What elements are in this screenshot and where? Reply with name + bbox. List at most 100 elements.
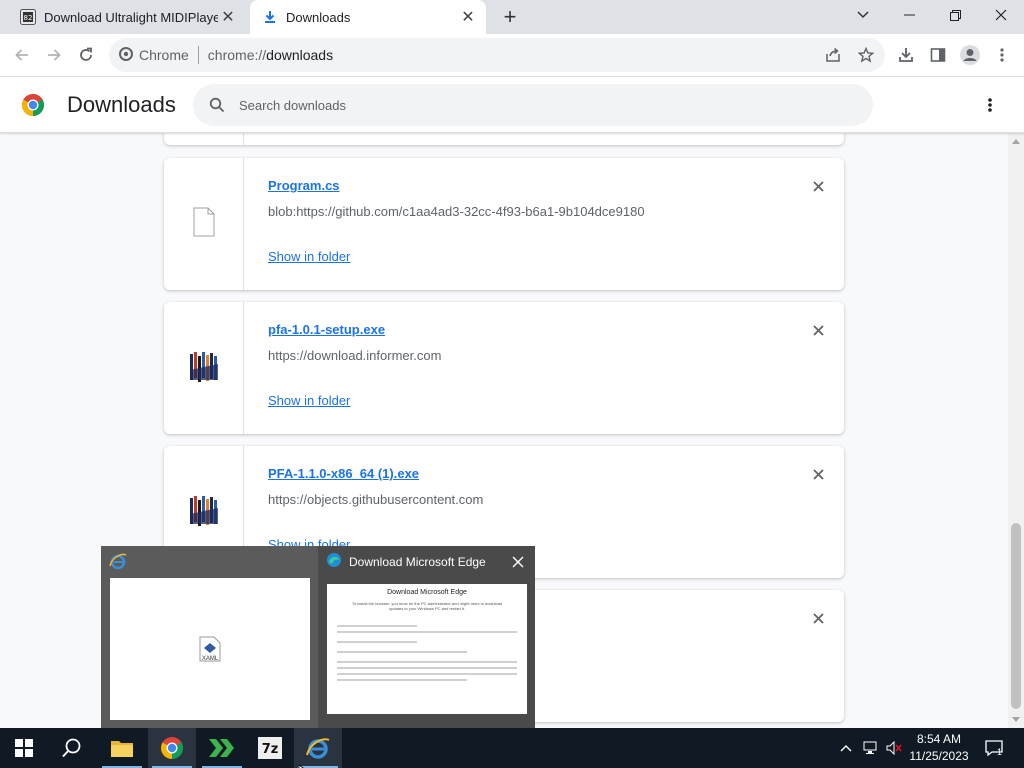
pfa-app-icon <box>188 494 220 531</box>
thumbnail-header: Download Microsoft Edge <box>326 552 493 571</box>
back-button[interactable] <box>6 39 38 71</box>
show-in-folder-link[interactable]: Show in folder <box>268 393 350 408</box>
download-item: pfa-1.0.1-setup.exe https://download.inf… <box>164 302 844 434</box>
taskbar-thumbnail-popup: XAML Download Microsoft Edge Download Mi… <box>101 546 535 728</box>
tab-download-ultralight-midiplayer[interactable]: 82 Download Ultralight MIDIPlayer ✕ <box>8 0 246 34</box>
close-tab-icon[interactable]: ✕ <box>218 7 238 27</box>
preview-line <box>337 641 417 643</box>
new-tab-button[interactable]: + <box>497 4 523 30</box>
preview-line <box>337 651 467 653</box>
download-filename-link[interactable]: Program.cs <box>268 178 340 193</box>
chrome-logo-icon <box>119 46 133 64</box>
preview-line <box>337 673 517 675</box>
svg-text:7z: 7z <box>262 742 279 757</box>
download-source-url: blob:https://github.com/c1aa4ad3-32cc-4f… <box>268 204 645 219</box>
tab-search-chevron-icon[interactable] <box>840 0 886 30</box>
svg-text:82: 82 <box>24 14 33 22</box>
preview-heading: Download Microsoft Edge <box>387 589 467 596</box>
preview-line <box>337 679 467 681</box>
profile-avatar-icon[interactable] <box>954 39 986 71</box>
browser-toolbar: Chrome chrome://downloads <box>0 34 1024 77</box>
chrome-logo-icon <box>21 93 45 117</box>
chrome-menu-icon[interactable] <box>986 39 1018 71</box>
scrollbar-thumb[interactable] <box>1011 523 1021 709</box>
preview-line <box>337 667 517 669</box>
restore-button[interactable] <box>932 0 978 30</box>
file-explorer-icon[interactable] <box>98 728 146 768</box>
page-title: Downloads <box>67 92 176 117</box>
show-hidden-icons-chevron-icon[interactable] <box>834 728 858 768</box>
side-panel-icon[interactable] <box>922 39 954 71</box>
downloads-menu-icon[interactable] <box>976 91 1004 119</box>
7zip-icon[interactable]: 7z <box>246 728 294 768</box>
pfa-app-icon <box>188 350 220 387</box>
preview-line <box>337 625 417 627</box>
midiplayer-favicon-icon: 82 <box>20 9 36 25</box>
vertical-scrollbar[interactable] <box>1008 133 1024 728</box>
download-item: Program.cs blob:https://github.com/c1aa4… <box>164 158 844 290</box>
share-icon[interactable] <box>817 39 849 71</box>
notification-count-badge: 1 <box>997 747 1003 757</box>
downloads-header: Downloads <box>0 77 1024 133</box>
download-favicon-icon <box>262 9 278 25</box>
edge-icon <box>326 552 342 571</box>
close-tab-icon[interactable]: ✕ <box>458 7 478 27</box>
download-source-url: https://objects.githubusercontent.com <box>268 492 484 507</box>
volume-muted-icon[interactable] <box>884 728 904 768</box>
remove-download-icon[interactable] <box>808 176 828 196</box>
tab-title: Downloads <box>286 9 351 25</box>
downloads-toolbar-icon[interactable] <box>890 39 922 71</box>
tab-strip: 82 Download Ultralight MIDIPlayer ✕ Down… <box>0 0 1024 34</box>
xaml-file-label: XAML <box>201 656 219 662</box>
search-taskbar-icon[interactable] <box>48 728 96 768</box>
windows-taskbar: 7z 8:54 AM 11/25/2023 1 <box>0 728 1024 768</box>
thumbnail-title: Download Microsoft Edge <box>349 554 486 569</box>
thumbnail-header <box>109 552 127 575</box>
search-downloads-field[interactable] <box>193 84 873 126</box>
download-source-url: https://download.informer.com <box>268 348 442 363</box>
close-thumbnail-icon[interactable] <box>508 552 528 572</box>
omnibox-divider <box>197 46 199 64</box>
generic-file-icon <box>193 207 215 242</box>
thumbnail-preview: Download Microsoft Edge To install the b… <box>327 584 527 714</box>
download-filename-link[interactable]: PFA-1.1.0-x86_64 (1).exe <box>268 466 419 481</box>
start-button[interactable] <box>0 728 48 768</box>
search-icon <box>205 93 229 117</box>
window-thumbnail-internet-explorer[interactable]: XAML <box>101 546 318 728</box>
system-clock[interactable]: 8:54 AM 11/25/2023 <box>904 731 974 765</box>
reload-button[interactable] <box>70 39 102 71</box>
thumbnail-preview: XAML <box>110 578 310 720</box>
bookmark-star-icon[interactable] <box>850 39 882 71</box>
show-in-folder-link[interactable]: Show in folder <box>268 249 350 264</box>
minimize-button[interactable] <box>886 0 932 30</box>
scroll-up-arrow-icon[interactable] <box>1012 139 1020 144</box>
site-info-chip[interactable]: Chrome <box>119 46 189 64</box>
download-filename-link[interactable]: pfa-1.0.1-setup.exe <box>268 322 385 337</box>
tab-downloads[interactable]: Downloads ✕ <box>250 0 486 34</box>
clock-time: 8:54 AM <box>916 732 962 746</box>
window-thumbnail-edge[interactable]: Download Microsoft Edge Download Microso… <box>318 546 535 728</box>
chrome-taskbar-icon[interactable] <box>148 728 196 768</box>
close-window-button[interactable] <box>978 0 1024 30</box>
network-icon[interactable] <box>860 728 882 768</box>
url-host: downloads <box>266 47 334 63</box>
scroll-down-arrow-icon[interactable] <box>1012 717 1020 722</box>
green-app-icon[interactable] <box>198 728 246 768</box>
address-bar[interactable]: Chrome chrome://downloads <box>109 38 885 72</box>
remove-download-icon[interactable] <box>808 464 828 484</box>
forward-button[interactable] <box>38 39 70 71</box>
preview-text: To install the browser, you must be the … <box>351 601 503 611</box>
clock-date: 11/25/2023 <box>909 749 969 763</box>
url-scheme: chrome:// <box>207 47 267 63</box>
remove-download-icon[interactable] <box>808 320 828 340</box>
search-input[interactable] <box>239 97 799 113</box>
mouse-cursor-icon <box>298 760 310 768</box>
download-item-icon-column <box>164 302 244 434</box>
notification-center-icon[interactable]: 1 <box>980 728 1008 768</box>
remove-download-icon[interactable] <box>808 608 828 628</box>
preview-line <box>337 631 517 633</box>
download-item-icon-column <box>164 133 244 145</box>
tab-title: Download Ultralight MIDIPlayer <box>44 9 218 25</box>
xaml-file-icon: XAML <box>199 636 221 662</box>
download-item-icon-column <box>164 158 244 290</box>
